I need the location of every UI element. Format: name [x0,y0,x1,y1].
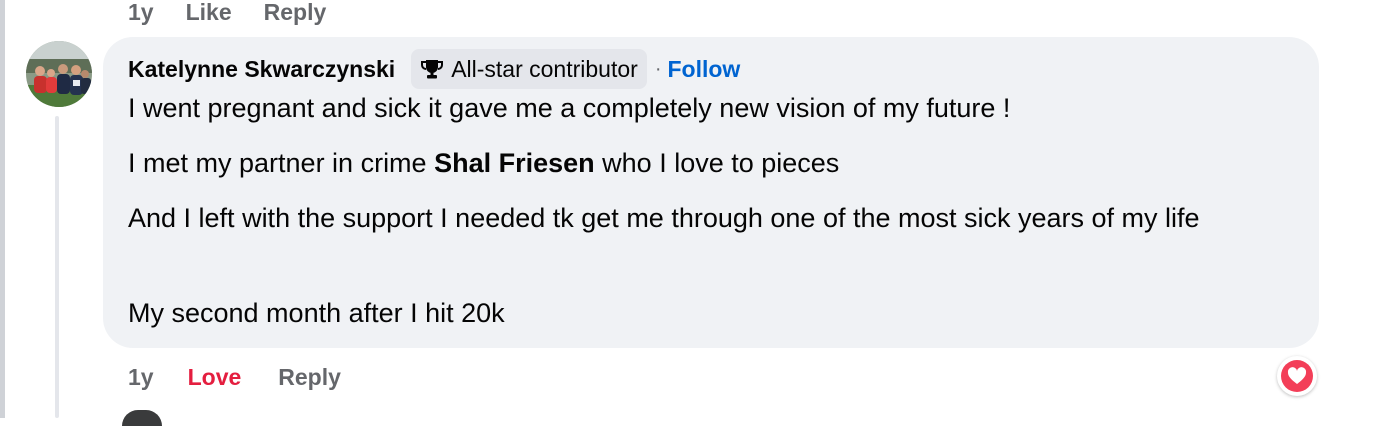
reply-button[interactable]: Reply [278,364,341,391]
comment-paragraph-4: My second month after I hit 20k [128,298,505,328]
badge-label: All-star contributor [451,55,638,82]
paragraph-2-text-after: who I love to pieces [594,148,840,178]
next-reply-avatar[interactable] [122,410,162,426]
avatar-photo [26,41,92,107]
previous-comment-actions: 1y Like Reply [128,0,326,27]
paragraph-2-text-before: I met my partner in crime [128,148,435,178]
comment-timestamp[interactable]: 1y [128,364,154,391]
comment-paragraph-1: I went pregnant and sick it gave me a co… [128,93,1011,123]
love-reaction-button[interactable]: Love [188,364,242,391]
avatar[interactable] [26,41,92,107]
mention-link[interactable]: Shal Friesen [434,148,595,178]
previous-reply-button[interactable]: Reply [264,0,327,26]
reaction-count-bubble[interactable] [1277,356,1317,396]
comment-header: Katelynne Skwarczynski All-star contribu… [128,49,740,89]
all-star-contributor-badge[interactable]: All-star contributor [411,49,647,89]
comment-paragraph-3: And I left with the support I needed tk … [128,203,1200,233]
comment-bubble: Katelynne Skwarczynski All-star contribu… [103,37,1319,348]
trophy-icon [421,60,444,79]
previous-like-button[interactable]: Like [186,0,232,26]
separator-dot: · [654,57,662,80]
heart-glyph [1287,367,1307,384]
left-thread-rule [0,0,5,418]
author-name[interactable]: Katelynne Skwarczynski [128,56,395,83]
heart-reaction-icon [1281,360,1313,392]
comment-paragraph-2: I met my partner in crime Shal Friesen w… [128,143,1298,184]
previous-comment-timestamp[interactable]: 1y [128,0,154,26]
comment-actions: 1y Love Reply [128,362,341,392]
reply-thread-line [55,116,59,418]
follow-button[interactable]: Follow [667,56,740,83]
